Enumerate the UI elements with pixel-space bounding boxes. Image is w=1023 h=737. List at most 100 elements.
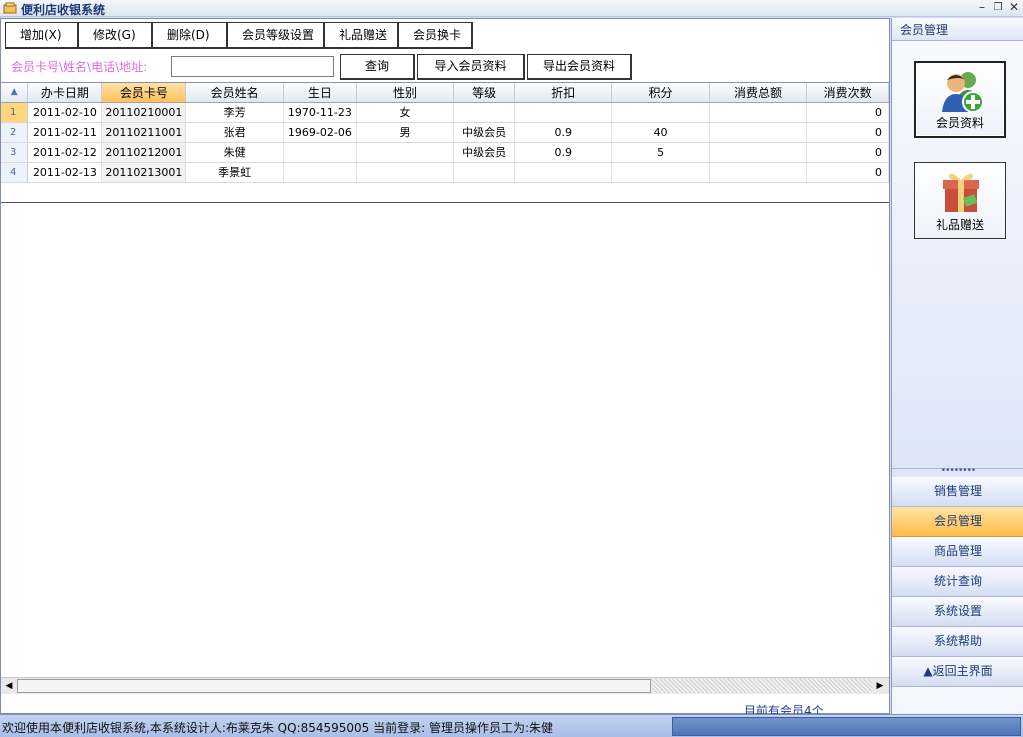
edit-button[interactable]: 修改(G) [78,22,153,49]
row-number[interactable]: 2 [1,122,29,143]
table-row[interactable]: 1 2011-02-10 20110210001 李芳 1970-11-23 女… [1,102,889,123]
scrollbar-track[interactable] [652,679,872,693]
member-add-icon [942,72,984,113]
side-panel: 会员管理 会员资料 礼品赠送 •••••••• 销售管理 会员管理 商品管理 统… [891,18,1023,714]
nav-return-main[interactable]: ▲返回主界面 [892,657,1023,687]
cell-total[interactable] [709,102,808,123]
cell-points[interactable] [611,162,710,183]
column-header[interactable]: 性别 [356,83,455,103]
import-members-button[interactable]: 导入会员资料 [417,54,525,80]
delete-button[interactable]: 删除(D) [152,22,228,49]
cell-discount[interactable]: 0.9 [514,142,613,163]
table-row[interactable]: 3 2011-02-12 20110212001 朱健 中级会员 0.9 5 0 [1,142,889,163]
close-icon[interactable]: ✕ [1007,0,1021,15]
cell-date[interactable]: 2011-02-10 [27,102,103,123]
cell-name[interactable]: 季景虹 [185,162,284,183]
app-icon [3,2,17,14]
cell-count[interactable]: 0 [806,142,889,163]
query-button[interactable]: 查询 [340,54,415,80]
cell-points[interactable]: 40 [611,122,710,143]
cell-level[interactable] [453,102,516,123]
title-bar: 便利店收银系统 – ❐ ✕ [0,0,1023,17]
column-header[interactable]: 消费次数 [806,83,889,103]
scroll-right-icon[interactable]: ▶ [872,678,888,694]
cell-gender[interactable]: 女 [356,102,455,123]
gift-button[interactable]: 礼品赠送 [324,22,399,49]
row-number[interactable]: 3 [1,142,29,163]
cell-discount[interactable] [514,102,613,123]
side-panel-body: 会员资料 礼品赠送 [892,41,1023,469]
cell-gender[interactable] [356,142,455,163]
member-info-button[interactable]: 会员资料 [914,61,1006,138]
cell-count[interactable]: 0 [806,162,889,183]
cell-birthday[interactable]: 1970-11-23 [283,102,357,123]
table-row[interactable]: 2 2011-02-11 20110211001 张君 1969-02-06 男… [1,122,889,143]
column-header[interactable]: 消费总额 [709,83,808,103]
cell-card[interactable]: 20110210001 [101,102,187,123]
cell-date[interactable]: 2011-02-13 [27,162,103,183]
cell-total[interactable] [709,162,808,183]
table-bottom-border [1,202,889,203]
restore-icon[interactable]: ❐ [991,0,1005,15]
table-header-row: ▲ 办卡日期 会员卡号 会员姓名 生日 性别 等级 折扣 积分 消费总额 消费次… [1,83,889,103]
cell-gender[interactable]: 男 [356,122,455,143]
cell-total[interactable] [709,142,808,163]
cell-card[interactable]: 20110211001 [101,122,187,143]
cell-birthday[interactable]: 1969-02-06 [283,122,357,143]
nav-system-help[interactable]: 系统帮助 [892,627,1023,657]
cell-name[interactable]: 朱健 [185,142,284,163]
search-bar: 会员卡号\姓名\电话\地址: 查询 导入会员资料 导出会员资料 [1,53,889,81]
nav-sales-management[interactable]: 销售管理 [892,477,1023,507]
row-number[interactable]: 4 [1,162,29,183]
nav-statistics-query[interactable]: 统计查询 [892,567,1023,597]
cell-count[interactable]: 0 [806,122,889,143]
export-members-button[interactable]: 导出会员资料 [527,54,632,80]
minimize-icon[interactable]: – [975,0,989,15]
cell-total[interactable] [709,122,808,143]
cell-date[interactable]: 2011-02-11 [27,122,103,143]
cell-gender[interactable] [356,162,455,183]
member-table[interactable]: ▲ 办卡日期 会员卡号 会员姓名 生日 性别 等级 折扣 积分 消费总额 消费次… [1,82,889,672]
cell-level[interactable]: 中级会员 [453,142,516,163]
column-header-active[interactable]: 会员卡号 [101,83,187,103]
column-header[interactable]: 折扣 [514,83,613,103]
cell-name[interactable]: 李芳 [185,102,284,123]
nav-member-management[interactable]: 会员管理 [892,507,1023,537]
cell-birthday[interactable] [283,142,357,163]
row-number[interactable]: 1 [1,102,29,123]
gift-giving-label: 礼品赠送 [935,218,984,232]
horizontal-scrollbar[interactable]: ◀ ▶ [1,677,889,694]
column-header[interactable]: 会员姓名 [185,83,284,103]
nav-product-management[interactable]: 商品管理 [892,537,1023,567]
cell-points[interactable]: 5 [611,142,710,163]
nav-system-settings[interactable]: 系统设置 [892,597,1023,627]
cell-level[interactable] [453,162,516,183]
level-settings-button[interactable]: 会员等级设置 [227,22,325,49]
scroll-left-icon[interactable]: ◀ [1,678,17,694]
column-header[interactable]: 等级 [453,83,516,103]
table-row[interactable]: 4 2011-02-13 20110213001 季景虹 0 [1,162,889,183]
cell-level[interactable]: 中级会员 [453,122,516,143]
scrollbar-thumb[interactable] [17,679,651,693]
search-input[interactable] [171,56,334,77]
column-header[interactable]: 积分 [611,83,710,103]
column-header[interactable]: 办卡日期 [27,83,103,103]
cell-points[interactable] [611,102,710,123]
change-card-button[interactable]: 会员换卡 [398,22,473,49]
cell-discount[interactable] [514,162,613,183]
status-panel-secondary [672,717,1021,736]
cell-count[interactable]: 0 [806,102,889,123]
cell-card[interactable]: 20110213001 [101,162,187,183]
status-bar: 欢迎使用本便利店收银系统,本系统设计人:布莱克朱 QQ:854595005 当前… [0,714,1023,737]
cell-birthday[interactable] [283,162,357,183]
select-all-icon[interactable]: ▲ [1,83,29,103]
cell-card[interactable]: 20110212001 [101,142,187,163]
cell-discount[interactable]: 0.9 [514,122,613,143]
add-button[interactable]: 增加(X) [5,22,79,49]
column-header[interactable]: 生日 [283,83,357,103]
cell-date[interactable]: 2011-02-12 [27,142,103,163]
member-info-label: 会员资料 [935,116,984,130]
cell-name[interactable]: 张君 [185,122,284,143]
member-list-panel: 增加(X) 修改(G) 删除(D) 会员等级设置 礼品赠送 会员换卡 会员卡号\… [0,18,890,718]
gift-giving-button[interactable]: 礼品赠送 [914,162,1006,239]
